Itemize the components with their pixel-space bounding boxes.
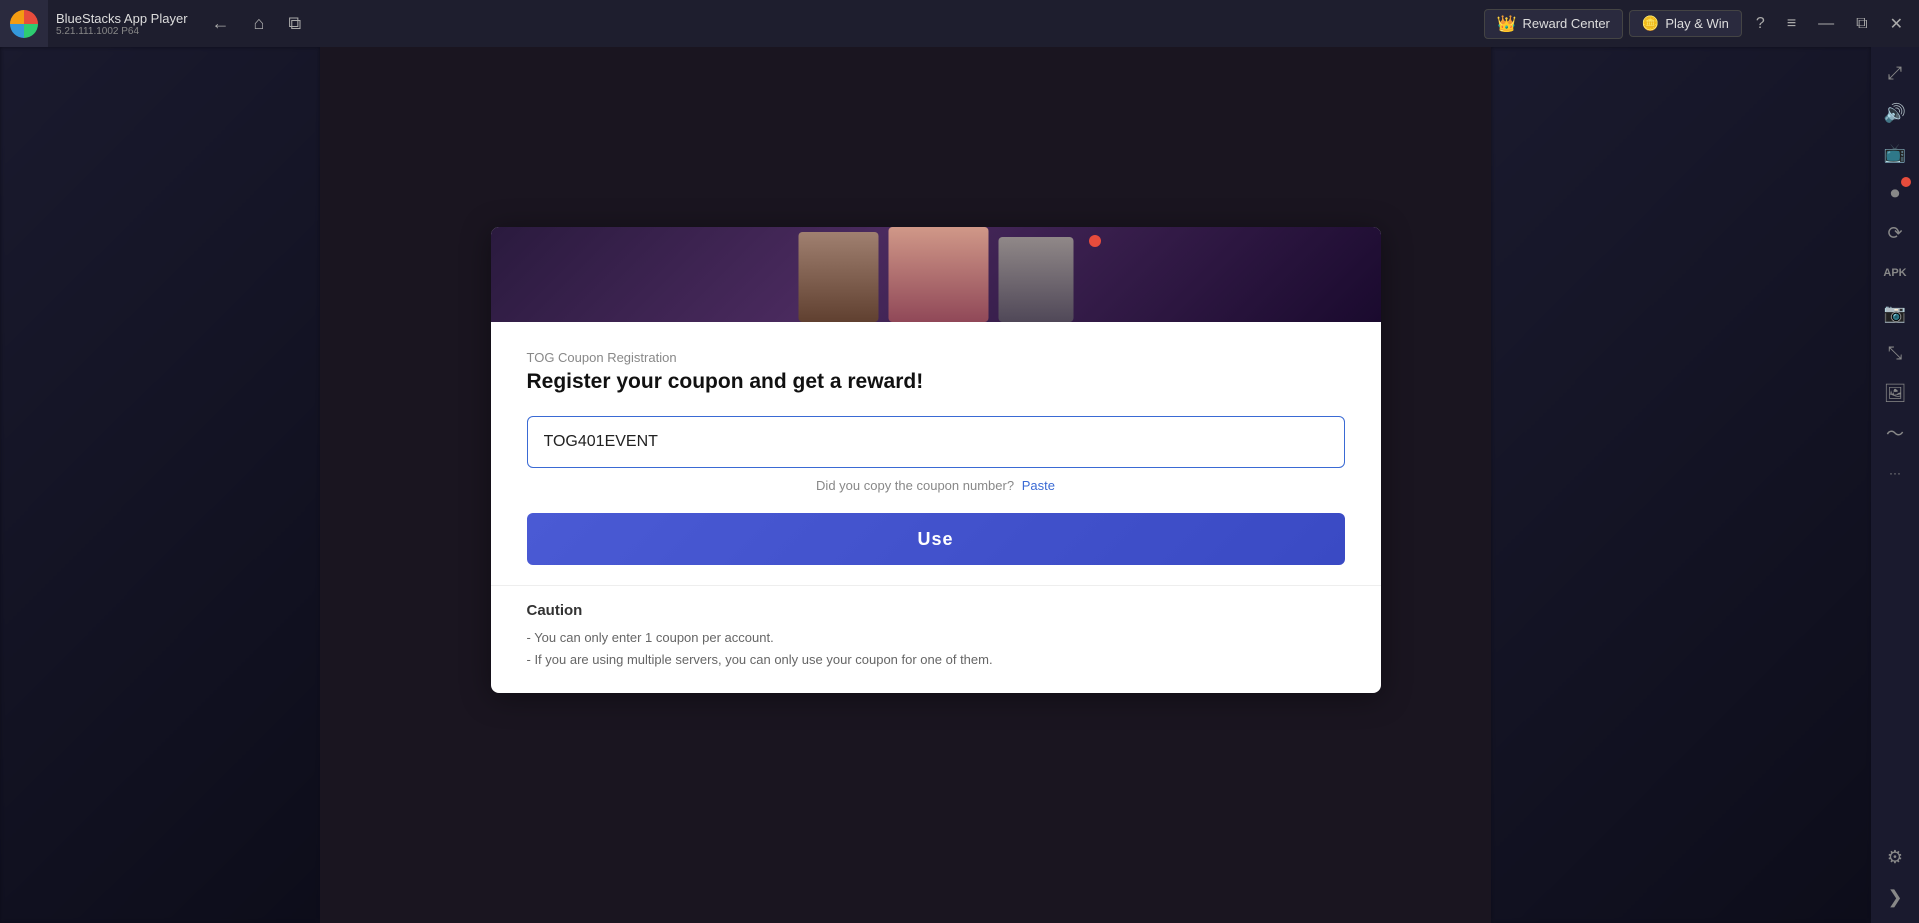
- titlebar-nav: ← ⌂ ⧉: [208, 9, 306, 38]
- collapse-sidebar-btn[interactable]: ❯: [1877, 879, 1913, 915]
- rotate-sidebar-btn[interactable]: ⟳: [1877, 215, 1913, 251]
- close-button[interactable]: ✕: [1882, 10, 1911, 38]
- main-content: TOG Coupon Registration Register your co…: [0, 47, 1871, 923]
- record-sidebar-btn[interactable]: ⏺: [1877, 175, 1913, 211]
- caution-lines: - You can only enter 1 coupon per accoun…: [527, 627, 1345, 671]
- app-version: 5.21.111.1002 P64: [56, 26, 188, 37]
- tabs-button[interactable]: ⧉: [284, 9, 305, 38]
- back-button[interactable]: ←: [208, 9, 234, 38]
- use-button[interactable]: Use: [527, 513, 1345, 565]
- logo-circle: [10, 10, 38, 38]
- panel-body: TOG Coupon Registration Register your co…: [491, 322, 1381, 585]
- apk-sidebar-btn[interactable]: APK: [1877, 255, 1913, 291]
- paste-hint: Did you copy the coupon number? Paste: [527, 478, 1345, 493]
- minimize-button[interactable]: —: [1810, 11, 1842, 37]
- reward-center-label: Reward Center: [1522, 16, 1609, 31]
- paste-hint-text: Did you copy the coupon number?: [816, 478, 1014, 493]
- caution-line-1: - You can only enter 1 coupon per accoun…: [527, 627, 1345, 649]
- volume-sidebar-btn[interactable]: 🔊: [1877, 95, 1913, 131]
- record-notif-dot: [1901, 177, 1911, 187]
- caution-line-2: - If you are using multiple servers, you…: [527, 649, 1345, 671]
- menu-button[interactable]: ≡: [1779, 11, 1804, 37]
- expand-sidebar-btn[interactable]: ⤢: [1877, 55, 1913, 91]
- caution-section: Caution - You can only enter 1 coupon pe…: [491, 585, 1381, 693]
- coin-icon: 🪙: [1642, 15, 1659, 32]
- app-name-section: BlueStacks App Player 5.21.111.1002 P64: [56, 11, 188, 37]
- panel-chars: [798, 227, 1073, 322]
- help-button[interactable]: ?: [1748, 11, 1773, 37]
- tv-sidebar-btn[interactable]: 📺: [1877, 135, 1913, 171]
- play-win-label: Play & Win: [1665, 16, 1729, 31]
- app-logo: [0, 0, 48, 47]
- char1: [798, 232, 878, 322]
- app-title: BlueStacks App Player: [56, 11, 188, 26]
- screenshot-sidebar-btn[interactable]: 📷: [1877, 295, 1913, 331]
- dialog-subtitle: TOG Coupon Registration: [527, 350, 1345, 365]
- titlebar-right: 👑 Reward Center 🪙 Play & Win ? ≡ — ⧉ ✕: [1484, 9, 1919, 39]
- play-win-button[interactable]: 🪙 Play & Win: [1629, 10, 1742, 37]
- bg-left: [0, 47, 320, 923]
- bg-right: [1491, 47, 1871, 923]
- dialog-title: Register your coupon and get a reward!: [527, 370, 1345, 394]
- home-button[interactable]: ⌂: [250, 9, 269, 38]
- paste-link[interactable]: Paste: [1022, 478, 1055, 493]
- resize-sidebar-btn[interactable]: ⤡: [1877, 335, 1913, 371]
- restore-button[interactable]: ⧉: [1848, 11, 1875, 37]
- char3: [998, 237, 1073, 322]
- more-sidebar-btn[interactable]: ···: [1877, 455, 1913, 491]
- caution-title: Caution: [527, 602, 1345, 619]
- panel-image-top: [491, 227, 1381, 322]
- crown-icon: 👑: [1497, 14, 1517, 34]
- shake-sidebar-btn[interactable]: 〜: [1877, 415, 1913, 451]
- image-sidebar-btn[interactable]: 🖼: [1877, 375, 1913, 411]
- char2: [888, 227, 988, 322]
- notification-dot: [1089, 235, 1101, 247]
- coupon-input[interactable]: [527, 416, 1345, 468]
- white-panel: TOG Coupon Registration Register your co…: [491, 227, 1381, 693]
- reward-center-button[interactable]: 👑 Reward Center: [1484, 9, 1623, 39]
- titlebar: BlueStacks App Player 5.21.111.1002 P64 …: [0, 0, 1919, 47]
- settings-sidebar-btn[interactable]: ⚙: [1877, 839, 1913, 875]
- right-sidebar: ⤢ 🔊 📺 ⏺ ⟳ APK 📷 ⤡ 🖼 〜 ··· ⚙ ❯: [1871, 47, 1919, 923]
